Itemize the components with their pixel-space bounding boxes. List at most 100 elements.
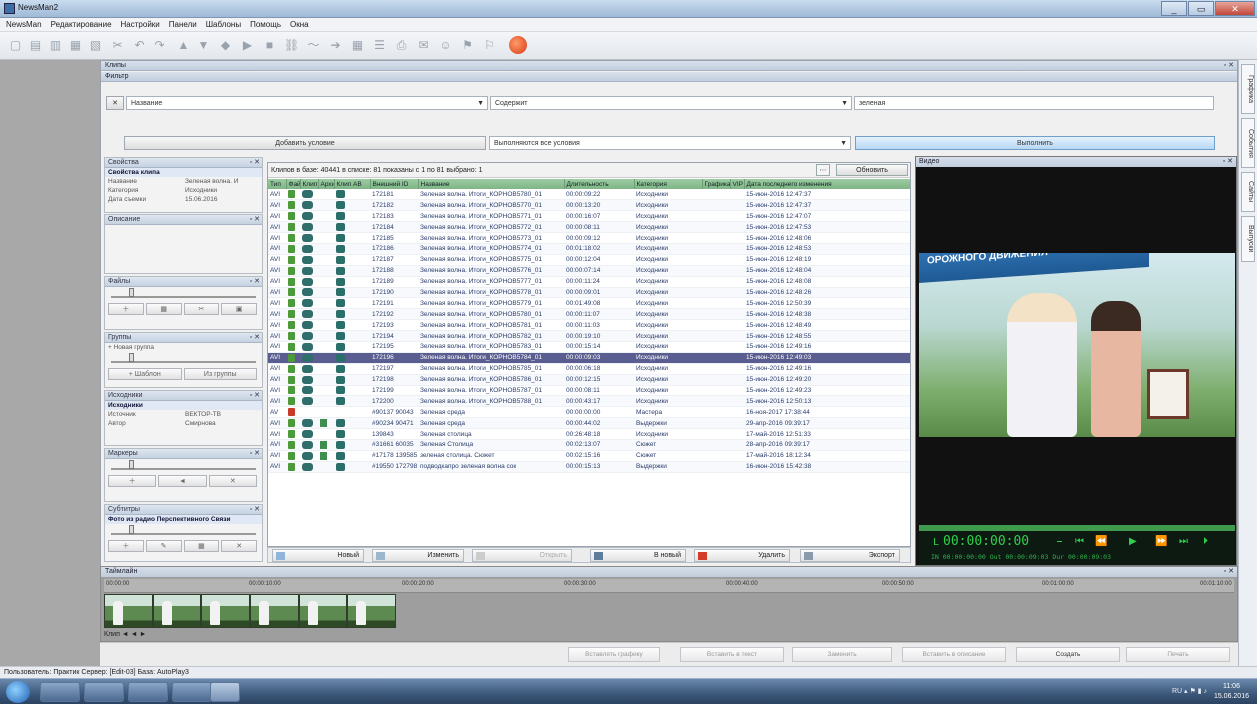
replace-button[interactable]: Заменить [792,647,892,662]
files-cut-button[interactable]: ✂ [183,303,220,315]
tab-events[interactable]: События [1241,118,1255,168]
markers-prev-button[interactable]: ◄ [158,475,207,487]
markers-add-button[interactable]: ＋ [108,475,157,487]
panel-pin-icon[interactable]: ▫ ✕ [1223,157,1233,167]
table-row[interactable]: AVI 172188 Зеленая волна. Итоги_КОРНОВ5776… [268,265,910,277]
toolbar-print-icon[interactable]: ⎙ [394,38,409,53]
delete-button[interactable]: Удалить [694,549,790,562]
table-row[interactable]: AVI 172199 Зеленая волна. Итоги_КОРНОВ5787… [268,385,910,397]
col-type[interactable]: Тип [268,179,287,189]
files-slider[interactable] [111,288,256,298]
timeline-ruler[interactable]: 00:00:00 00:00:10:00 00:00:20:00 00:00:3… [104,579,1234,593]
files-open-button[interactable]: ▣ [221,303,257,315]
col-name[interactable]: Название [418,179,565,189]
table-row[interactable]: AVI 172200 Зеленая волна. Итоги_КОРНОВ5788… [268,395,910,408]
menu-help[interactable]: Помощь [250,20,281,29]
menu-edit[interactable]: Редактирование [51,20,112,29]
video-frame[interactable]: ОРОЖНОГО ДВИЖЕНИЯ [919,253,1235,437]
taskbar-newsman[interactable] [210,682,240,702]
menu-settings[interactable]: Настройки [121,20,160,29]
col-category[interactable]: Категория [634,179,703,189]
toolbar-undo-icon[interactable]: ↶ [132,38,147,53]
rewind-icon[interactable]: ⏪ [1095,536,1107,547]
toolbar-redo-icon[interactable]: ↷ [152,38,167,53]
markers-slider[interactable] [111,460,256,470]
col-archive[interactable]: Архив [318,179,335,189]
groups-slider[interactable] [111,353,256,363]
toolbar-stop-icon[interactable]: ■ [262,38,277,53]
panel-pin-icon[interactable]: ▫ ✕ [1224,567,1234,577]
col-graphics[interactable]: Графика [702,179,731,189]
toolbar-copy-icon[interactable]: ▦ [68,38,83,53]
col-external-id[interactable]: Внешний ID [370,179,419,189]
refresh-button[interactable]: Обновить [836,164,908,176]
table-row[interactable]: AVI 172195 Зеленая волна. Итоги_КОРНОВ5783… [268,341,910,353]
filter-value-input[interactable]: зеленая [854,96,1214,110]
table-row[interactable]: AVI 172186 Зеленая волна. Итоги_КОРНОВ5774… [268,243,910,255]
col-vip[interactable]: VIP [730,179,745,189]
menu-templates[interactable]: Шаблоны [206,20,241,29]
taskbar-ie[interactable] [40,682,80,702]
toolbar-new-icon[interactable]: ▢ [8,38,23,53]
menu-panels[interactable]: Панели [169,20,197,29]
tab-sites[interactable]: Сайты [1241,172,1255,212]
groups-template-button[interactable]: + Шаблон [108,368,182,380]
insert-into-text-button[interactable]: Вставить в текст [680,647,784,662]
menu-newsman[interactable]: NewsMan [6,20,42,29]
groups-from-button[interactable]: Из группы [183,368,257,380]
toolbar-down-icon[interactable]: ▼ [196,38,211,53]
files-add-button[interactable]: ＋ [108,303,144,315]
taskbar-explorer[interactable] [84,682,124,702]
table-row[interactable]: AVI #31661 60035 Зеленая Столица 00:02:13:0… [268,439,910,451]
col-clip-av[interactable]: Клип АВ [334,179,371,189]
table-row[interactable]: AVI 172184 Зеленая волна. Итоги_КОРНОВ5772… [268,221,910,234]
toolbar-list-icon[interactable]: ☰ [372,38,387,53]
taskbar-player[interactable] [172,682,212,702]
toolbar-link-icon[interactable]: ⛓ [284,38,299,53]
table-row[interactable]: AVI 172193 Зеленая волна. Итоги_КОРНОВ5781… [268,319,910,332]
toolbar-flag-icon[interactable]: ⚑ [460,38,475,53]
table-row[interactable]: AVI #90234 90471 Зеленая среда 00:00:44:02 В… [268,417,910,430]
toolbar-arrow-icon[interactable]: ➔ [328,38,343,53]
edit-clip-button[interactable]: Изменить [372,549,464,562]
panel-pin-icon[interactable]: ▫ ✕ [1224,61,1234,71]
table-row[interactable]: AVI 172185 Зеленая волна. Итоги_КОРНОВ5773… [268,232,910,244]
toolbar-grid-icon[interactable]: ▦ [350,38,365,53]
col-duration[interactable]: Длительность [564,179,635,189]
toolbar-cut-icon[interactable]: ✂ [110,38,125,53]
open-clip-button[interactable]: Открыть [472,549,572,562]
toolbar-paste-icon[interactable]: ▧ [88,38,103,53]
export-button[interactable]: Экспорт [800,549,900,562]
execute-button[interactable]: Выполнить [855,136,1215,150]
toolbar-up-icon[interactable]: ▲ [176,38,191,53]
insert-graphics-checkbox[interactable]: Вставлять графику [568,647,660,662]
table-row[interactable]: AVI 172189 Зеленая волна. Итоги_КОРНОВ5777… [268,276,910,288]
tray-clock[interactable]: 11:06 15.06.2016 [1214,682,1249,702]
system-tray-icons[interactable]: RU ▴ ⚑ ▮ ♪ [1172,687,1207,695]
subs-slider[interactable] [111,525,256,535]
table-row[interactable]: AVI 172192 Зеленая волна. Итоги_КОРНОВ5780… [268,308,910,321]
table-row[interactable]: AVI 172187 Зеленая волна. Итоги_КОРНОВ5775… [268,254,910,266]
condition-mode-select[interactable]: Выполняются все условия ▼ [489,136,851,150]
toolbar-open-icon[interactable]: ▤ [28,38,43,53]
go-end-icon[interactable]: ⏭ [1179,536,1188,547]
toolbar-tag-icon[interactable]: ⚐ [482,38,497,53]
maximize-button[interactable]: ▭ [1188,1,1214,16]
fast-forward-icon[interactable]: ⏩ [1155,536,1167,547]
filter-field-select[interactable]: Название ▼ [126,96,488,110]
table-row[interactable]: AVI #17178 139585 зеленая столица. Сюжет 00… [268,450,910,462]
toolbar-play-icon[interactable]: ▶ [240,38,255,53]
add-condition-button[interactable]: Добавить условие [124,136,486,150]
remove-condition-button[interactable]: ✕ [106,96,124,110]
taskbar-app[interactable] [128,682,168,702]
table-row[interactable]: AVI 139843 Зеленая столица 00:26:48:18 Исход… [268,428,910,440]
table-row[interactable]: AVI 172191 Зеленая волна. Итоги_КОРНОВ5779… [268,297,910,310]
col-clip[interactable]: Клип [300,179,319,189]
toolbar-mail-icon[interactable]: ✉ [416,38,431,53]
subs-save-button[interactable]: ▦ [183,540,220,552]
mark-in-icon[interactable]: ⎯ [1057,536,1062,547]
table-row[interactable]: AVI 172197 Зеленая волна. Итоги_КОРНОВ5785… [268,363,910,375]
start-button[interactable] [6,681,30,703]
table-row[interactable]: AVI #19550 172798 подводкапро зеленая волн… [268,461,910,473]
new-clip-button[interactable]: Новый [272,549,364,562]
